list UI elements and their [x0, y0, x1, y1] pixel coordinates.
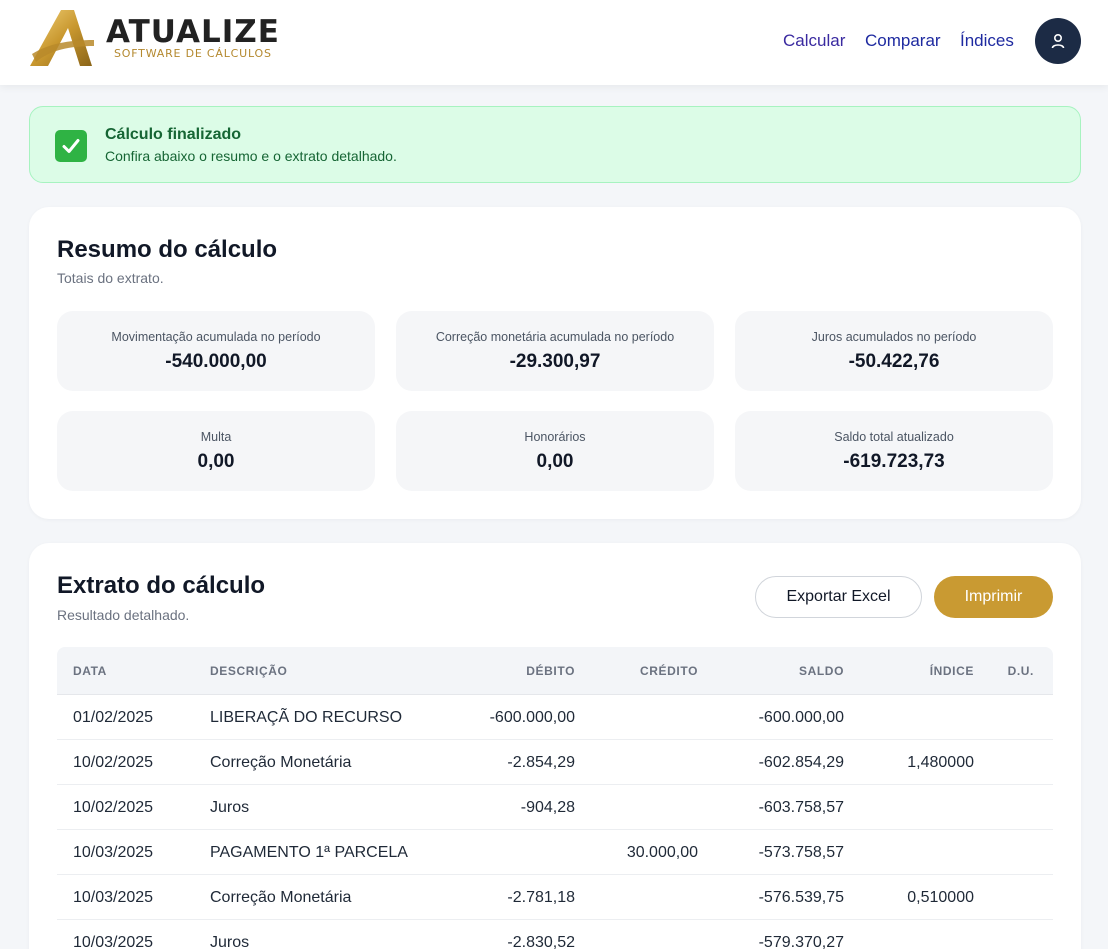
brand-tagline: SOFTWARE DE CÁLCULOS — [114, 47, 272, 60]
cell-descricao: PAGAMENTO 1ª PARCELA — [210, 844, 408, 861]
table-row: 10/02/2025 Juros -904,28 -603.758,57 — [57, 785, 1053, 830]
cell-descricao: Correção Monetária — [210, 889, 352, 906]
success-banner: Cálculo finalizado Confira abaixo o resu… — [29, 106, 1081, 183]
cell-credito: 30.000,00 — [626, 844, 698, 861]
summary-card: Resumo do cálculo Totais do extrato. Mov… — [29, 207, 1081, 519]
stat-correcao: Correção monetária acumulada no período … — [396, 311, 714, 391]
table-header: DATA DESCRIÇÃO DÉBITO CRÉDITO SALDO ÍNDI… — [57, 647, 1053, 695]
column-header-descricao[interactable]: DESCRIÇÃO — [210, 664, 287, 678]
cell-saldo: -579.370,27 — [758, 934, 844, 949]
stat-saldo-total: Saldo total atualizado -619.723,73 — [735, 411, 1053, 491]
summary-subtitle: Totais do extrato. — [57, 270, 164, 286]
print-button[interactable]: Imprimir — [934, 576, 1053, 618]
check-icon — [55, 130, 87, 162]
column-header-debito[interactable]: DÉBITO — [526, 664, 575, 678]
statement-title: Extrato do cálculo — [57, 572, 266, 599]
stat-label: Multa — [200, 430, 232, 444]
table-row: 10/03/2025 Juros -2.830,52 -579.370,27 — [57, 920, 1053, 949]
cell-indice: 1,480000 — [907, 754, 974, 771]
stat-value: -29.300,97 — [509, 351, 601, 372]
statement-table: DATA DESCRIÇÃO DÉBITO CRÉDITO SALDO ÍNDI… — [57, 647, 1053, 949]
stat-value: 0,00 — [197, 451, 235, 472]
stat-honorarios: Honorários 0,00 — [396, 411, 714, 491]
table-row: 10/02/2025 Correção Monetária -2.854,29 -60… — [57, 740, 1053, 785]
cell-descricao: Juros — [210, 934, 250, 949]
cell-data: 10/02/2025 — [73, 799, 154, 816]
cell-data: 10/02/2025 — [73, 754, 154, 771]
brand-logo[interactable]: ATUALIZE SOFTWARE DE CÁLCULOS — [28, 10, 288, 68]
cell-saldo: -576.539,75 — [758, 889, 844, 906]
user-icon — [1051, 33, 1065, 49]
column-header-saldo[interactable]: SALDO — [799, 664, 844, 678]
cell-data: 01/02/2025 — [73, 709, 154, 726]
stat-label: Saldo total atualizado — [834, 430, 954, 444]
stat-label: Correção monetária acumulada no período — [435, 330, 675, 344]
table-row: 01/02/2025 LIBERAÇÃ DO RECURSO -600.000,00… — [57, 695, 1053, 740]
cell-debito: -2.854,29 — [507, 754, 575, 771]
column-header-du[interactable]: D.U. — [1008, 664, 1034, 678]
summary-title: Resumo do cálculo — [57, 236, 278, 263]
top-navbar: ATUALIZE SOFTWARE DE CÁLCULOS Calcular C… — [0, 0, 1108, 85]
stat-label: Honorários — [524, 430, 586, 444]
column-header-data[interactable]: DATA — [73, 664, 107, 678]
stat-value: -50.422,76 — [848, 351, 940, 372]
nav-link-calcular[interactable]: Calcular — [783, 31, 845, 51]
stat-value: -619.723,73 — [843, 451, 945, 472]
statement-subtitle: Resultado detalhado. — [57, 607, 190, 623]
cell-saldo: -573.758,57 — [758, 844, 844, 861]
stat-label: Juros acumulados no período — [811, 330, 977, 344]
cell-descricao: LIBERAÇÃ DO RECURSO — [210, 709, 403, 726]
user-avatar-button[interactable] — [1035, 18, 1081, 64]
column-header-indice[interactable]: ÍNDICE — [930, 664, 974, 678]
stat-value: -540.000,00 — [165, 351, 267, 372]
cell-descricao: Correção Monetária — [210, 754, 352, 771]
export-excel-button[interactable]: Exportar Excel — [755, 576, 922, 618]
cell-data: 10/03/2025 — [73, 934, 154, 949]
table-row: 10/03/2025 PAGAMENTO 1ª PARCELA 30.000,00 -… — [57, 830, 1053, 875]
stat-juros: Juros acumulados no período -50.422,76 — [735, 311, 1053, 391]
cell-debito: -904,28 — [520, 799, 575, 816]
cell-indice: 0,510000 — [907, 889, 974, 906]
cell-descricao: Juros — [210, 799, 250, 816]
brand-name: ATUALIZE — [106, 14, 280, 50]
cell-data: 10/03/2025 — [73, 889, 154, 906]
cell-debito: -600.000,00 — [489, 709, 575, 726]
nav-link-indices[interactable]: Índices — [960, 31, 1014, 51]
stat-multa: Multa 0,00 — [57, 411, 375, 491]
logo-a-mark — [30, 10, 94, 66]
table-row: 10/03/2025 Correção Monetária -2.781,18 -57… — [57, 875, 1053, 920]
cell-data: 10/03/2025 — [73, 844, 154, 861]
stat-movimentacao: Movimentação acumulada no período -540.0… — [57, 311, 375, 391]
table-body: 01/02/2025 LIBERAÇÃ DO RECURSO -600.000,00… — [57, 695, 1053, 949]
cell-debito: -2.830,52 — [507, 934, 575, 949]
cell-saldo: -600.000,00 — [758, 709, 844, 726]
cell-saldo: -602.854,29 — [758, 754, 844, 771]
stat-value: 0,00 — [536, 451, 574, 472]
banner-title: Cálculo finalizado — [105, 126, 242, 143]
cell-saldo: -603.758,57 — [758, 799, 844, 816]
cell-debito: -2.781,18 — [507, 889, 575, 906]
statement-card: Extrato do cálculo Resultado detalhado. … — [29, 543, 1081, 949]
column-header-credito[interactable]: CRÉDITO — [640, 664, 698, 678]
banner-text: Confira abaixo o resumo e o extrato deta… — [105, 148, 397, 164]
stat-label: Movimentação acumulada no período — [111, 330, 321, 344]
nav-link-comparar[interactable]: Comparar — [865, 31, 941, 51]
